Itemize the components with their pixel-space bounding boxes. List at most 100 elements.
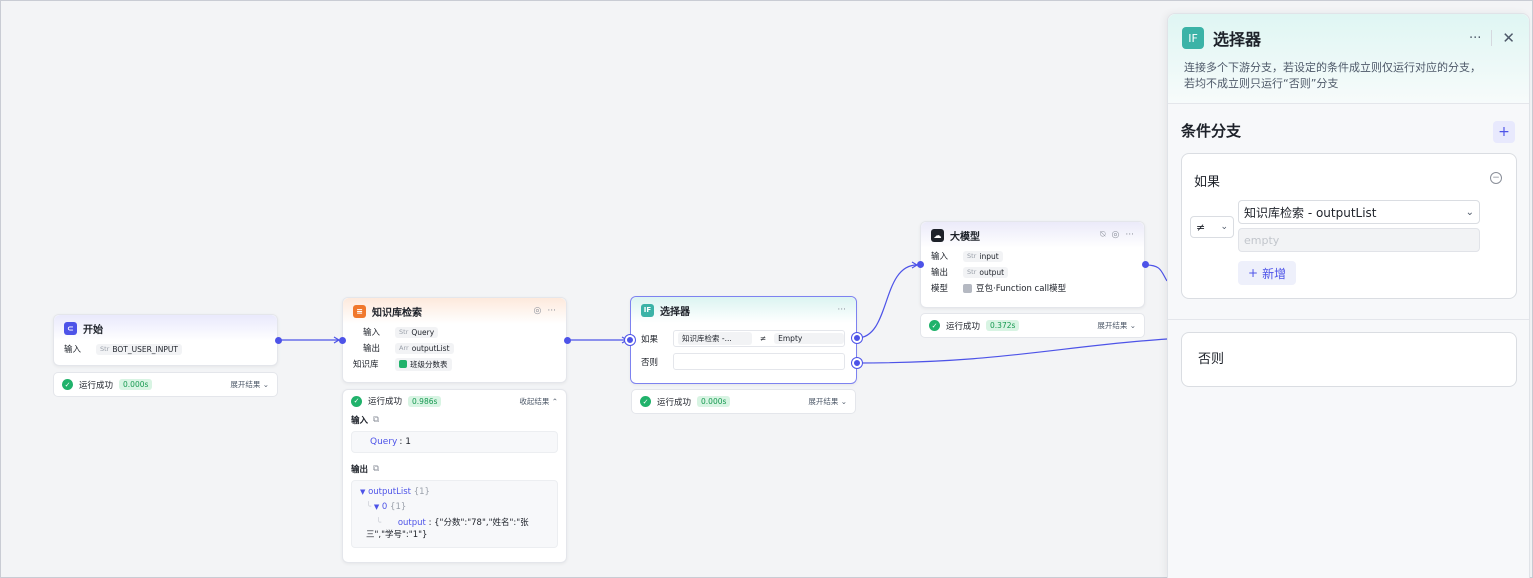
start-input-row: 输入 Str BOT_USER_INPUT (54, 341, 277, 357)
panel-divider (1168, 319, 1529, 320)
copy-icon[interactable]: ⧉ (373, 415, 379, 425)
chevron-down-icon: ⌄ (1465, 206, 1474, 218)
more-icon[interactable]: ··· (837, 305, 846, 315)
expand-result-button[interactable]: 展开结果 ⌄ (808, 396, 847, 407)
wire-llm-out (1145, 264, 1168, 282)
check-circle-icon: ✓ (929, 320, 940, 331)
start-node-header: ⊂ 开始 (54, 315, 277, 341)
kb-output-chip: Arr outputList (395, 342, 454, 354)
tree-child-key: 0 (381, 502, 388, 512)
wire-if-else (856, 338, 1168, 364)
kb-node-title: 知识库检索 (372, 307, 422, 319)
llm-input-label: 输入 (931, 252, 949, 262)
condition-var: 知识库检索 -... (678, 332, 752, 345)
panel-desc-line2: 若均不成立则只运行“否则”分支 (1184, 77, 1339, 90)
target-icon[interactable]: ◎ (1112, 230, 1120, 240)
add-branch-button[interactable]: + (1493, 121, 1515, 143)
panel-header: IF 选择器 ··· ✕ 连接多个下游分支，若设定的条件成立则仅运行对应的分支，… (1168, 14, 1529, 104)
if-node[interactable]: IF 选择器 ··· 如果 知识库检索 -... ≠ Empty 否则 (630, 296, 857, 384)
else-row: 否则 (641, 353, 845, 370)
new-condition-label: 新增 (1262, 266, 1287, 281)
result-input-box: Query : 1 (351, 431, 558, 453)
section-title: 条件分支 (1181, 122, 1242, 140)
copy-icon[interactable]: ⧉ (373, 464, 379, 474)
status-text: 运行成功 (368, 397, 403, 407)
more-icon[interactable]: ··· (547, 306, 556, 316)
value-placeholder: empty (1244, 233, 1280, 247)
bell-off-icon[interactable]: ⍉ (1100, 230, 1105, 240)
kb-output-port[interactable] (564, 337, 571, 344)
result-output-title: 输出 (351, 465, 369, 475)
if-else-port[interactable] (852, 358, 862, 368)
if-status-bar: ✓ 运行成功 0.000s 展开结果 ⌄ (631, 389, 856, 414)
kb-dataset-value: 班级分数表 (410, 359, 448, 369)
kb-result-panel: ✓ 运行成功 0.986s 收起结果 ⌃ 输入 ⧉ Query : 1 输出 ⧉… (342, 389, 567, 563)
target-icon[interactable]: ◎ (534, 306, 542, 316)
tree-branch-line: ╰ (366, 502, 372, 512)
llm-model-value: 豆包·Function call模型 (976, 284, 1067, 294)
operator-value: ≠ (1196, 220, 1206, 234)
llm-node-header: ☁ 大模型 ⍉ ◎ ··· (921, 222, 1144, 248)
panel-tools: ··· ✕ (1469, 29, 1515, 47)
collapse-result-button[interactable]: 收起结果 ⌃ (519, 396, 558, 407)
result-input-val: : 1 (399, 437, 411, 447)
status-text: 运行成功 (657, 397, 692, 408)
llm-output-port[interactable] (1142, 261, 1149, 268)
new-condition-button[interactable]: + 新增 (1238, 261, 1297, 285)
else-branch-card: 否则 (1181, 332, 1517, 387)
more-icon[interactable]: ··· (1469, 31, 1481, 46)
llm-input-port[interactable] (917, 261, 924, 268)
llm-node-title: 大模型 (950, 231, 980, 243)
remove-branch-icon[interactable]: − (1490, 172, 1502, 184)
expand-result-button[interactable]: 展开结果 ⌄ (1097, 320, 1136, 331)
kb-input-port[interactable] (339, 337, 346, 344)
kb-input-label: 输入 (363, 328, 381, 338)
kb-node-tools: ◎ ··· (534, 306, 556, 316)
llm-output-label: 输出 (931, 268, 949, 278)
expand-result-button[interactable]: 展开结果 ⌄ (230, 379, 269, 390)
variable-select[interactable]: 知识库检索 - outputList ⌄ (1238, 200, 1480, 224)
else-box[interactable] (673, 353, 845, 370)
llm-input-chip: Str input (963, 250, 1003, 262)
condition-value: Empty (774, 333, 844, 344)
chevron-down-icon: ⌄ (1220, 222, 1228, 232)
type-tag: Arr (399, 344, 409, 352)
tree-leaf-val-1: : {"分数":"78","姓名":"张 (428, 518, 529, 528)
tree-root-row[interactable]: ▼ outputList {1} (360, 487, 430, 497)
divider (1491, 30, 1493, 46)
if-input-port[interactable] (625, 335, 635, 345)
kb-output-value: outputList (411, 343, 450, 353)
time-badge: 0.372s (986, 320, 1020, 331)
workflow-canvas[interactable]: ⊂ 开始 输入 Str BOT_USER_INPUT ✓ 运行成功 0.000s… (0, 0, 1533, 578)
value-input[interactable]: empty (1238, 228, 1480, 252)
result-input-key: Query (370, 437, 398, 447)
llm-output-row: 输出 Str output (921, 264, 1144, 280)
condition-box[interactable]: 知识库检索 -... ≠ Empty (673, 330, 845, 347)
more-icon[interactable]: ··· (1125, 230, 1134, 240)
kb-dataset-label: 知识库 (353, 360, 379, 370)
llm-input-value: input (979, 251, 999, 261)
close-icon[interactable]: ✕ (1502, 29, 1515, 47)
operator-select[interactable]: ≠ ⌄ (1190, 216, 1234, 238)
kb-status-row: ✓ 运行成功 0.986s 收起结果 ⌃ (343, 390, 566, 412)
tree-leaf-val-2: 三","学号":"1"} (366, 530, 428, 540)
time-badge: 0.000s (697, 396, 731, 407)
type-tag: Str (967, 252, 977, 260)
start-node[interactable]: ⊂ 开始 输入 Str BOT_USER_INPUT (53, 314, 278, 366)
llm-node[interactable]: ☁ 大模型 ⍉ ◎ ··· 输入 Str input 输出 Str output… (920, 221, 1145, 308)
kb-output-label: 输出 (363, 344, 381, 354)
kb-dataset-chip: 班级分数表 (395, 357, 452, 371)
start-icon: ⊂ (64, 321, 77, 335)
type-tag: Str (967, 268, 977, 276)
wire-if-llm (856, 264, 918, 339)
if-true-port[interactable] (852, 333, 862, 343)
kb-node[interactable]: ≡ 知识库检索 ◎ ··· 输入 Str Query 输出 Arr output… (342, 297, 567, 383)
tree-child-row[interactable]: ╰ ▼ 0 {1} (366, 502, 406, 512)
tree-root-key: outputList (368, 487, 411, 497)
llm-node-tools: ⍉ ◎ ··· (1100, 230, 1134, 240)
status-text: 运行成功 (946, 321, 981, 332)
start-node-title: 开始 (83, 324, 103, 336)
knowledge-icon: ≡ (353, 304, 366, 318)
if-icon: IF (1182, 27, 1204, 49)
start-output-port[interactable] (275, 337, 282, 344)
